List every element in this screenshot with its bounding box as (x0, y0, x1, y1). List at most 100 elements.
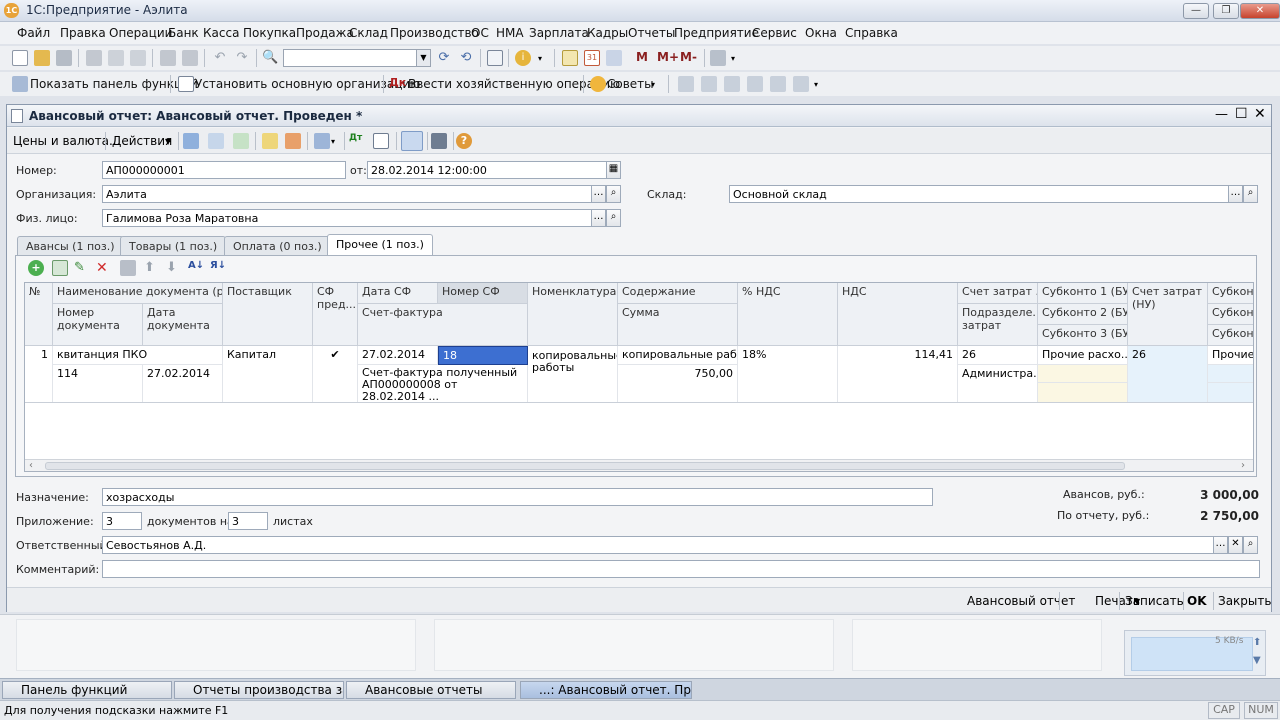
sort-desc-icon[interactable]: Я↓ (210, 260, 226, 276)
info-icon[interactable]: i (515, 50, 531, 66)
warehouse-select-button[interactable]: … (1228, 185, 1243, 203)
calendar-icon[interactable]: 31 (584, 50, 600, 66)
org-select-button[interactable]: … (591, 185, 606, 203)
print-icon[interactable] (160, 50, 176, 66)
save-icon[interactable] (56, 50, 72, 66)
responsible-select-button[interactable]: … (1213, 536, 1228, 554)
print-preview-icon[interactable] (182, 50, 198, 66)
cell-cost-account[interactable]: 26 (958, 346, 1038, 365)
col-subconto-nu-header[interactable]: Субконт (1208, 283, 1253, 304)
col-doc-name-header[interactable]: Наименование документа (ра... (53, 283, 223, 304)
cell-sub1[interactable]: Прочие расхо... (1038, 346, 1128, 365)
menu-nma[interactable]: НМА (496, 26, 524, 40)
find-next-icon[interactable]: ⟳ (436, 50, 452, 66)
menu-purchase[interactable]: Покупка (243, 26, 296, 40)
sort-asc-icon[interactable]: А↓ (188, 260, 204, 276)
network-down-icon[interactable]: ▼ (1253, 655, 1261, 666)
calendar-picker-icon[interactable]: ▦ (606, 161, 621, 179)
cell-content[interactable]: копировальные раб... (618, 346, 738, 365)
cell-sub2[interactable] (1038, 365, 1128, 383)
search-icon[interactable]: 🔍 (262, 50, 278, 66)
number-field[interactable]: АП000000001 (102, 161, 346, 179)
copy-icon[interactable] (108, 50, 124, 66)
help-icon[interactable]: ? (456, 133, 472, 149)
cell-invoice[interactable]: Счет-фактура полученный АП000000008 от 2… (358, 365, 528, 402)
new-icon[interactable] (12, 50, 28, 66)
hierarchy-toggle-icon[interactable] (401, 131, 423, 151)
move-up-icon[interactable]: ⬆ (144, 260, 160, 276)
attachment-sheets-field[interactable]: 3 (228, 512, 268, 530)
col-sub3-header[interactable]: Субконто 3 (БУ) (1038, 325, 1128, 346)
menu-operations[interactable]: Операции (109, 26, 172, 40)
chevron-down-icon[interactable]: ▼ (416, 50, 430, 66)
close-button[interactable]: Закрыть (1218, 594, 1271, 608)
cell-doc-number[interactable]: 114 (53, 365, 143, 402)
col-subconto-nu2-header[interactable]: Субконт (1208, 304, 1253, 325)
cell-cost-division[interactable]: Администра... (958, 365, 1038, 402)
copy-row-icon[interactable] (52, 260, 68, 276)
cell-vat[interactable]: 114,41 (838, 346, 958, 402)
menu-salary[interactable]: Зарплата (529, 26, 589, 40)
tab-goods[interactable]: Товары (1 поз.) (120, 236, 227, 256)
tools-dropdown-icon[interactable]: ▾ (731, 54, 739, 63)
show-panel-button[interactable]: Показать панель функций (30, 77, 198, 91)
move-up-doc-icon[interactable] (183, 133, 199, 149)
taskbar-advance-reports[interactable]: Авансовые отчеты (346, 681, 516, 699)
cell-sf-present-checkbox[interactable]: ✔ (313, 346, 358, 402)
col-vat-header[interactable]: НДС (838, 283, 958, 346)
open-folder-icon[interactable] (34, 50, 50, 66)
col-doc-number-header[interactable]: Номер документа (53, 304, 143, 346)
cell-subconto-nu[interactable]: Прочие р (1208, 346, 1253, 365)
col-vat-rate-header[interactable]: % НДС (738, 283, 838, 346)
menu-reports[interactable]: Отчеты (628, 26, 675, 40)
tab-other[interactable]: Прочее (1 поз.) (327, 234, 433, 256)
find-prev-icon[interactable]: ⟲ (458, 50, 474, 66)
menu-windows[interactable]: Окна (805, 26, 837, 40)
maximize-doc-button[interactable]: ☐ (1235, 106, 1248, 122)
memory-m-icon[interactable]: M (636, 50, 652, 66)
taskbar-functions-panel[interactable]: Панель функций (2, 681, 172, 699)
warehouse-search-icon[interactable]: ⌕ (1243, 185, 1258, 203)
calculator-icon[interactable] (562, 50, 578, 66)
person-select-button[interactable]: … (591, 209, 606, 227)
warehouse-field[interactable]: Основной склад (729, 185, 1229, 203)
tools-icon[interactable] (710, 50, 726, 66)
col-doc-date-header[interactable]: Дата документа (143, 304, 223, 346)
contractors-icon[interactable] (747, 76, 763, 92)
paste-icon[interactable] (130, 50, 146, 66)
col-subconto-nu3-header[interactable]: Субконт (1208, 325, 1253, 346)
structure-icon[interactable] (373, 133, 389, 149)
cell-sf-number[interactable]: 18 (438, 346, 528, 365)
comment-field[interactable] (102, 560, 1260, 578)
cell-sf-date[interactable]: 27.02.2014 (358, 346, 438, 365)
close-app-button[interactable]: ✕ (1240, 3, 1280, 19)
menu-service[interactable]: Сервис (752, 26, 797, 40)
taskbar-production-reports[interactable]: Отчеты производства за с... (174, 681, 344, 699)
menu-help[interactable]: Справка (845, 26, 898, 40)
menu-os[interactable]: ОС (471, 26, 489, 40)
col-sf-date-header[interactable]: Дата СФ (358, 283, 438, 304)
purpose-field[interactable]: хозрасходы (102, 488, 933, 506)
windows-icon[interactable] (487, 50, 503, 66)
minimize-button[interactable]: — (1183, 3, 1209, 19)
refresh-icon[interactable] (208, 133, 224, 149)
col-cost-division-header[interactable]: Подразделе... затрат (958, 304, 1038, 346)
col-cost-account-nu-header[interactable]: Счет затрат (НУ) (1128, 283, 1208, 346)
col-invoice-header[interactable]: Счет-фактура (358, 304, 528, 346)
menu-edit[interactable]: Правка (60, 26, 106, 40)
grid-horizontal-scrollbar[interactable]: ‹ › (25, 459, 1253, 471)
edit-row-icon[interactable]: ✎ (74, 260, 90, 276)
info-dropdown-icon[interactable]: ▾ (538, 54, 546, 63)
col-sub1-header[interactable]: Субконто 1 (БУ) (1038, 283, 1128, 304)
cell-cost-account-nu[interactable]: 26 (1128, 346, 1208, 402)
journal-icon[interactable] (678, 76, 694, 92)
based-on-icon[interactable] (314, 133, 330, 149)
users-icon[interactable] (606, 50, 622, 66)
cell-doc-name[interactable]: квитанция ПКО (53, 346, 223, 365)
cell-subconto-nu2[interactable] (1208, 365, 1253, 383)
menu-cash[interactable]: Касса (203, 26, 239, 40)
tab-advances[interactable]: Авансы (1 поз.) (17, 236, 124, 256)
responsible-search-icon[interactable]: ⌕ (1243, 536, 1258, 554)
menu-file[interactable]: Файл (17, 26, 50, 40)
post-doc-icon[interactable] (262, 133, 278, 149)
